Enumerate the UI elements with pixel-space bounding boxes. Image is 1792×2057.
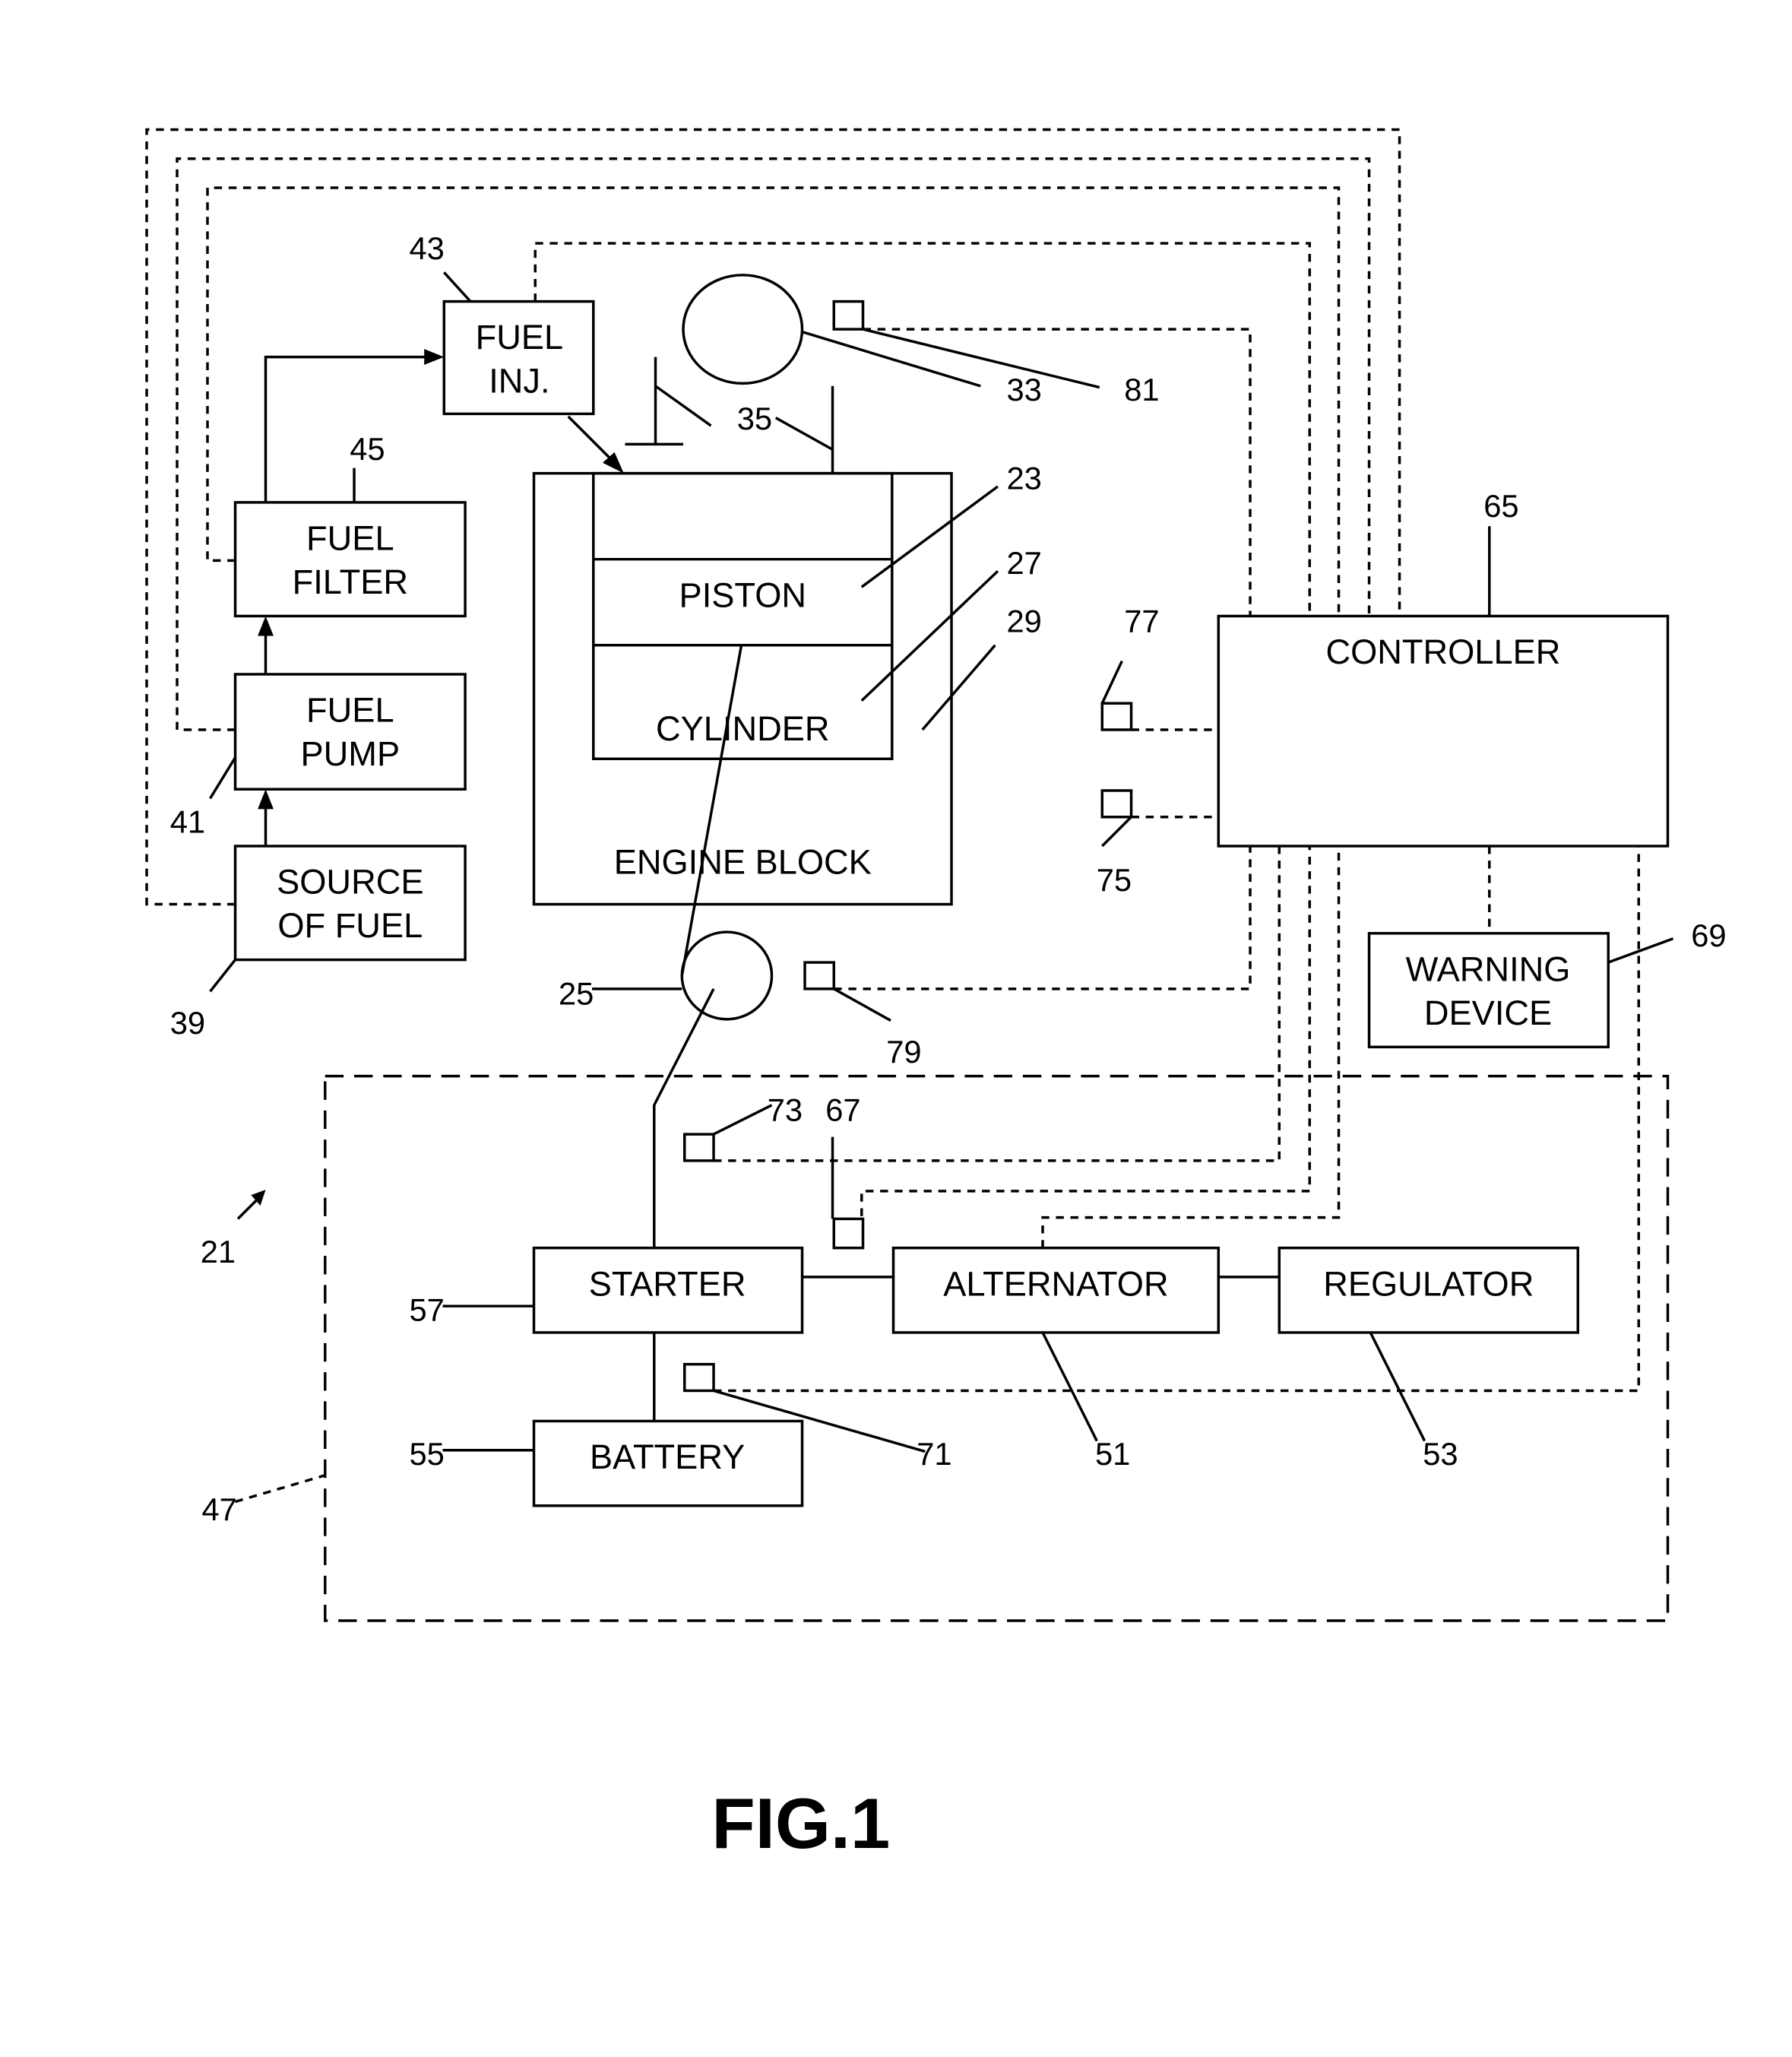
ref-67: 67 [825, 1092, 860, 1128]
crank-to-starter-link [653, 988, 715, 1248]
source-of-fuel-label-1: SOURCE [277, 863, 423, 902]
ref-leader-53 [1369, 1332, 1426, 1442]
ref-leader-23 [860, 485, 999, 588]
controller-label: CONTROLLER [1325, 632, 1560, 671]
fuel-pump-label-1: FUEL [306, 691, 394, 730]
controller-block: CONTROLLER [1217, 614, 1670, 848]
ref-45: 45 [350, 431, 385, 467]
sensor-77-icon [1100, 702, 1133, 731]
ref-81: 81 [1124, 372, 1159, 407]
wire-crank-sensor-controller [834, 846, 1252, 990]
system-arrow-icon [236, 1196, 261, 1220]
electrical-system-boundary [324, 1074, 1670, 1622]
ref-leader-81 [863, 328, 1100, 389]
starter-label: STARTER [589, 1264, 746, 1303]
ref-75: 75 [1097, 862, 1132, 898]
alternator-block: ALTERNATOR [891, 1246, 1221, 1334]
ref-33: 33 [1006, 372, 1041, 407]
ref-41: 41 [170, 804, 205, 840]
ref-39: 39 [170, 1005, 205, 1041]
starter-block: STARTER [532, 1246, 804, 1334]
ref-35: 35 [737, 401, 772, 436]
cylinder-label: CYLINDER [656, 709, 830, 748]
valves [625, 357, 834, 474]
ref-27: 27 [1006, 545, 1041, 581]
ref-leader-41 [209, 756, 237, 800]
engine-block-label: ENGINE BLOCK [614, 843, 872, 882]
ref-leader-27 [860, 570, 999, 702]
fuel-injector-label-1: FUEL [476, 318, 564, 357]
source-of-fuel-block: SOURCE OF FUEL [233, 845, 467, 962]
source-of-fuel-label-2: OF FUEL [277, 906, 423, 945]
alternator-label: ALTERNATOR [943, 1264, 1168, 1303]
ref-51: 51 [1095, 1436, 1130, 1472]
patent-diagram: 47 FUEL INJ. 43 FUEL FILTER 45 FUEL PUMP… [145, 128, 1727, 1863]
ref-73: 73 [768, 1092, 803, 1128]
connecting-rod [680, 645, 743, 976]
ref-leader-73 [713, 1104, 773, 1136]
ref-69: 69 [1691, 918, 1726, 953]
ref-23: 23 [1006, 461, 1041, 496]
ref-leader-69 [1607, 937, 1674, 964]
warning-device-label-1: WARNING [1406, 949, 1571, 988]
ref-leader-51 [1041, 1332, 1098, 1442]
camshaft-icon [682, 274, 804, 385]
regulator-block: REGULATOR [1278, 1246, 1580, 1334]
ref-leader-43 [442, 271, 472, 303]
ref-leader-47 [235, 1474, 326, 1504]
fuel-filter-block: FUEL FILTER [233, 501, 467, 618]
figure-caption: FIG.1 [711, 1783, 890, 1863]
ref-leader-75 [1101, 816, 1132, 848]
ref-leader-29 [921, 644, 996, 731]
sensor-75-icon [1100, 789, 1133, 819]
ref-77: 77 [1124, 603, 1159, 639]
engine-block: ENGINE BLOCK PISTON CYLINDER [532, 471, 953, 906]
ref-71: 71 [917, 1436, 951, 1472]
piston-label: PISTON [679, 575, 806, 614]
fuel-pump-block: FUEL PUMP [233, 673, 467, 791]
ref-79: 79 [886, 1034, 921, 1070]
warning-device-label-2: DEVICE [1424, 994, 1552, 1032]
cam-sensor-icon [832, 300, 865, 331]
ref-leader-33 [802, 330, 981, 388]
battery-block: BATTERY [532, 1419, 804, 1507]
arrowhead-icon [258, 789, 274, 810]
ref-65: 65 [1483, 488, 1518, 524]
crankshaft-icon [680, 930, 774, 1021]
ref-47: 47 [201, 1491, 236, 1527]
fuel-injector-label-2: INJ. [489, 362, 549, 401]
arrow-injector-to-cylinder [567, 415, 613, 461]
regulator-label: REGULATOR [1323, 1264, 1534, 1303]
ref-57: 57 [409, 1292, 444, 1327]
wire-alternator-controller [1041, 846, 1341, 1248]
ref-29: 29 [1006, 603, 1041, 639]
arrowhead-icon [424, 349, 445, 366]
ref-53: 53 [1423, 1436, 1458, 1472]
arrow-filter-to-injector [264, 355, 429, 502]
ref-21: 21 [201, 1234, 236, 1269]
battery-label: BATTERY [590, 1437, 745, 1476]
fuel-pump-label-2: PUMP [301, 734, 401, 773]
warning-device-block: WARNING DEVICE [1367, 932, 1610, 1049]
fuel-injector-block: FUEL INJ. [442, 300, 595, 416]
ref-25: 25 [559, 976, 594, 1012]
sensor-73-icon [683, 1133, 715, 1162]
ref-43: 43 [409, 230, 444, 266]
ref-leader-39 [209, 959, 236, 993]
sensor-67-icon [832, 1217, 865, 1250]
fuel-filter-label-2: FILTER [293, 563, 408, 601]
ref-55: 55 [409, 1436, 444, 1472]
crank-sensor-icon [803, 961, 836, 990]
sensor-71-icon [683, 1362, 715, 1393]
ref-leader-77 [1100, 660, 1123, 704]
arrowhead-icon [258, 616, 274, 636]
fuel-filter-label-1: FUEL [306, 519, 394, 558]
ref-leader-79 [833, 987, 891, 1022]
